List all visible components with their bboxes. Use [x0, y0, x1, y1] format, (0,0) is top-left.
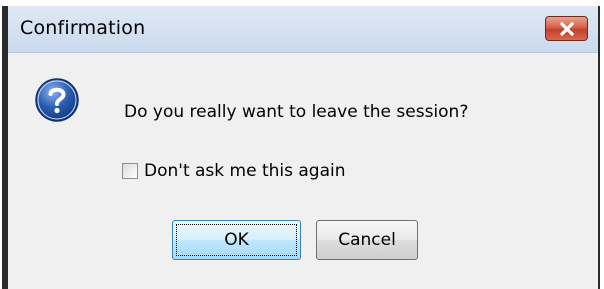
dialog-body: Do you really want to leave the session?…	[8, 53, 598, 289]
confirmation-dialog: Confirmation Do you really want to leave…	[2, 6, 600, 289]
question-icon	[35, 78, 79, 122]
title-bar: Confirmation	[8, 6, 598, 53]
ok-button[interactable]: OK	[172, 220, 301, 260]
cancel-button[interactable]: Cancel	[316, 220, 418, 260]
dont-ask-again-option[interactable]: Don't ask me this again	[122, 161, 346, 181]
confirmation-message: Do you really want to leave the session?	[124, 102, 469, 122]
cancel-button-label: Cancel	[338, 230, 396, 250]
close-button[interactable]	[545, 16, 588, 41]
dont-ask-again-checkbox[interactable]	[122, 163, 138, 179]
close-icon	[559, 21, 574, 36]
dont-ask-again-label[interactable]: Don't ask me this again	[144, 161, 346, 181]
window-title: Confirmation	[20, 17, 146, 39]
focus-ring	[176, 224, 297, 256]
